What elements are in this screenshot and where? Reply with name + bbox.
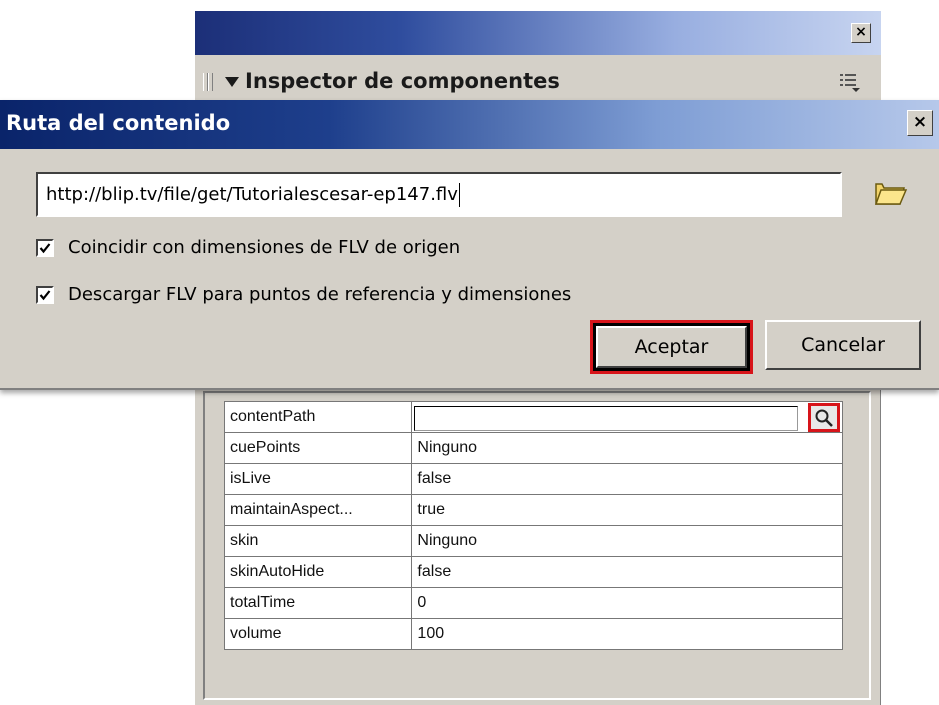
collapse-arrow-icon[interactable] xyxy=(225,76,239,88)
property-name: isLive xyxy=(223,463,413,495)
property-name: contentPath xyxy=(223,401,413,433)
download-flv-option[interactable]: Descargar FLV para puntos de referencia … xyxy=(36,282,571,308)
property-value[interactable]: false xyxy=(411,463,843,495)
download-flv-label: Descargar FLV para puntos de referencia … xyxy=(68,284,572,305)
property-value-cell xyxy=(411,401,843,433)
panel-menu-icon[interactable] xyxy=(839,71,861,93)
content-path-dialog: Ruta del contenido × http://blip.tv/file… xyxy=(0,100,939,390)
property-row[interactable]: volume 100 xyxy=(223,618,843,650)
close-icon: × xyxy=(912,112,928,132)
dialog-title: Ruta del contenido xyxy=(6,111,231,135)
close-icon: × xyxy=(855,24,867,40)
property-value[interactable]: false xyxy=(411,556,843,588)
grip-handle-2[interactable] xyxy=(208,73,213,91)
download-flv-checkbox[interactable] xyxy=(36,286,54,304)
content-path-text: http://blip.tv/file/get/Tutorialescesar-… xyxy=(46,184,458,205)
dialog-close-button[interactable]: × xyxy=(907,110,933,136)
content-path-field[interactable] xyxy=(414,405,799,431)
property-row-contentpath[interactable]: contentPath xyxy=(223,401,843,433)
property-name: cuePoints xyxy=(223,432,413,464)
dialog-titlebar[interactable]: Ruta del contenido × xyxy=(0,100,939,149)
match-dimensions-label: Coincidir con dimensiones de FLV de orig… xyxy=(68,237,461,258)
property-row[interactable]: maintainAspect... true xyxy=(223,494,843,526)
accept-button[interactable]: Aceptar xyxy=(595,325,748,369)
cancel-button[interactable]: Cancelar xyxy=(765,320,921,370)
property-row[interactable]: skin Ninguno xyxy=(223,525,843,557)
property-name: skinAutoHide xyxy=(223,556,413,588)
inspector-titlebar[interactable]: × xyxy=(195,11,881,55)
content-path-input[interactable]: http://blip.tv/file/get/Tutorialescesar-… xyxy=(36,172,842,217)
property-name: skin xyxy=(223,525,413,557)
property-row[interactable]: isLive false xyxy=(223,463,843,495)
property-row[interactable]: skinAutoHide false xyxy=(223,556,843,588)
property-row[interactable]: totalTime 0 xyxy=(223,587,843,619)
property-value[interactable]: 0 xyxy=(411,587,843,619)
property-value[interactable]: true xyxy=(411,494,843,526)
search-icon xyxy=(815,409,833,427)
inspector-close-button[interactable]: × xyxy=(851,23,871,43)
browse-content-path-button[interactable] xyxy=(808,403,840,432)
inspector-title-label: Inspector de componentes xyxy=(245,69,560,93)
property-row[interactable]: cuePoints Ninguno xyxy=(223,432,843,464)
folder-icon[interactable] xyxy=(872,174,908,210)
properties-table: contentPath cuePoints Ninguno isLive fal… xyxy=(223,401,843,650)
property-name: totalTime xyxy=(223,587,413,619)
text-caret xyxy=(458,183,460,207)
property-value[interactable]: Ninguno xyxy=(411,525,843,557)
property-value[interactable]: Ninguno xyxy=(411,432,843,464)
property-value[interactable]: 100 xyxy=(411,618,843,650)
match-dimensions-option[interactable]: Coincidir con dimensiones de FLV de orig… xyxy=(36,235,460,261)
property-name: maintainAspect... xyxy=(223,494,413,526)
inspector-title[interactable]: Inspector de componentes xyxy=(225,67,560,95)
checkmark-icon xyxy=(39,290,51,301)
property-name: volume xyxy=(223,618,413,650)
checkmark-icon xyxy=(39,243,51,254)
match-dimensions-checkbox[interactable] xyxy=(36,239,54,257)
